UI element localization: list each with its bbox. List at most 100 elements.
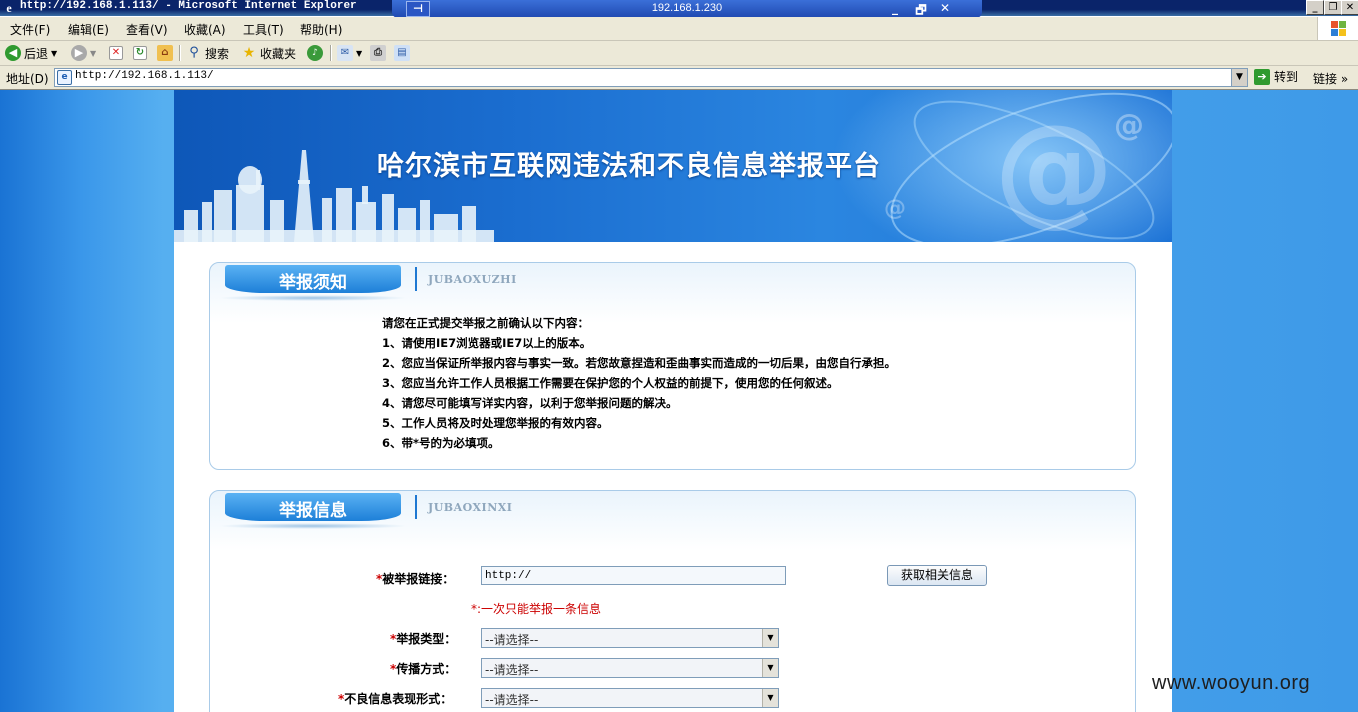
- forward-arrow-icon: ▶: [71, 45, 87, 61]
- home-icon: ⌂: [157, 45, 173, 61]
- refresh-button[interactable]: ↻: [133, 44, 147, 62]
- back-button[interactable]: ◀ 后退 ▼: [5, 44, 57, 62]
- window-title: http://192.168.1.113/ - Microsoft Intern…: [20, 0, 357, 12]
- report-type-value: --请选择--: [485, 633, 539, 647]
- chevron-down-icon[interactable]: ▼: [762, 659, 778, 677]
- windows-logo-icon: [1317, 17, 1358, 40]
- mail-icon: ✉: [337, 45, 353, 61]
- edit-page-icon: ▤: [394, 45, 410, 61]
- notice-item: 5、工作人员将及时处理您举报的有效内容。: [382, 416, 609, 430]
- spread-method-select[interactable]: --请选择-- ▼: [481, 658, 779, 678]
- page-icon: e: [57, 70, 72, 85]
- search-label: 搜索: [205, 46, 230, 61]
- report-info-title: 举报信息: [279, 501, 347, 521]
- page-viewport: @ @ @ 哈尔滨市互联网违法和不良信息举报平台 举报须知 JUBAOXUZHI…: [0, 90, 1358, 712]
- content-form-label: *不良信息表现形式：: [338, 692, 453, 706]
- minimize-button[interactable]: _: [1306, 0, 1324, 15]
- spread-method-value: --请选择--: [485, 663, 539, 677]
- menu-file[interactable]: 文件(F): [10, 21, 50, 38]
- remote-desktop-bar: ⊣ 192.168.1.230 _ 🗗 ✕: [392, 0, 982, 18]
- favorites-button[interactable]: ★ 收藏夹: [241, 44, 296, 62]
- home-button[interactable]: ⌂: [157, 44, 173, 62]
- report-info-divider: [415, 495, 417, 519]
- go-button[interactable]: ➔ 转到: [1254, 68, 1298, 85]
- fetch-info-button[interactable]: 获取相关信息: [887, 565, 987, 586]
- report-type-select[interactable]: --请选择-- ▼: [481, 628, 779, 648]
- svg-text:@: @: [884, 196, 906, 221]
- address-label: 地址(D): [6, 72, 49, 86]
- menu-view[interactable]: 查看(V): [126, 21, 168, 38]
- ie-icon: e: [6, 1, 12, 15]
- rd-minimize-button[interactable]: _: [886, 1, 904, 15]
- content-form-select[interactable]: --请选择-- ▼: [481, 688, 779, 708]
- notice-divider: [415, 267, 417, 291]
- report-info-tab: 举报信息: [225, 493, 401, 521]
- media-button[interactable]: ♪: [307, 44, 323, 62]
- title-bar: e http://192.168.1.113/ - Microsoft Inte…: [0, 0, 1358, 18]
- back-arrow-icon: ◀: [5, 45, 21, 61]
- rd-close-button[interactable]: ✕: [936, 1, 954, 15]
- report-type-label: *举报类型：: [390, 632, 457, 646]
- go-label: 转到: [1274, 70, 1299, 84]
- print-icon: ⎙: [370, 45, 386, 61]
- content-form-value: --请选择--: [485, 693, 539, 707]
- menu-bar: 文件(F) 编辑(E) 查看(V) 收藏(A) 工具(T) 帮助(H): [0, 17, 1358, 41]
- notice-item: 3、您应当允许工作人员根据工作需要在保护您的个人权益的前提下，使用您的任何叙述。: [382, 376, 839, 390]
- menu-tools[interactable]: 工具(T): [243, 21, 284, 38]
- restore-button[interactable]: ❐: [1324, 0, 1342, 15]
- notice-title: 举报须知: [279, 273, 347, 293]
- search-button[interactable]: ⚲ 搜索: [186, 44, 229, 62]
- svg-text:@: @: [1114, 108, 1144, 143]
- toolbar-separator: [330, 45, 332, 61]
- single-report-hint: *:一次只能举报一条信息: [471, 602, 602, 616]
- address-dropdown-icon[interactable]: ▼: [1231, 69, 1247, 86]
- mail-button[interactable]: ✉ ▼: [337, 44, 362, 62]
- chevron-down-icon[interactable]: ▼: [762, 689, 778, 707]
- notice-item: 4、请您尽可能填写详实内容，以利于您举报问题的解决。: [382, 396, 678, 410]
- spread-method-label: *传播方式：: [390, 662, 457, 676]
- svg-text:@: @: [994, 100, 1114, 239]
- menu-help[interactable]: 帮助(H): [300, 21, 342, 38]
- close-button[interactable]: ✕: [1341, 0, 1358, 15]
- mail-dropdown-icon[interactable]: ▼: [356, 49, 362, 58]
- edit-button[interactable]: ▤: [394, 44, 410, 62]
- notice-item: 1、请使用IE7浏览器或IE7以上的版本。: [382, 336, 592, 350]
- print-button[interactable]: ⎙: [370, 44, 386, 62]
- favorites-label: 收藏夹: [260, 46, 297, 61]
- menu-favorites[interactable]: 收藏(A): [184, 21, 226, 38]
- report-info-section: 举报信息 JUBAOXINXI *被举报链接： http:// 获取相关信息 *…: [209, 490, 1136, 712]
- back-dropdown-icon[interactable]: ▼: [51, 49, 57, 58]
- stop-icon: ✕: [109, 46, 123, 60]
- notice-item: 2、您应当保证所举报内容与事实一致。若您故意捏造和歪曲事实而造成的一切后果，由您…: [382, 356, 896, 370]
- notice-text: 请您在正式提交举报之前确认以下内容： 1、请使用IE7浏览器或IE7以上的版本。…: [382, 313, 896, 453]
- media-icon: ♪: [307, 45, 323, 61]
- notice-item: 6、带*号的为必填项。: [382, 436, 500, 450]
- address-input[interactable]: e http://192.168.1.113/ ▼: [54, 68, 1248, 87]
- notice-section: 举报须知 JUBAOXUZHI 请您在正式提交举报之前确认以下内容： 1、请使用…: [209, 262, 1136, 470]
- main-content: 举报须知 JUBAOXUZHI 请您在正式提交举报之前确认以下内容： 1、请使用…: [174, 242, 1172, 712]
- notice-subtitle: JUBAOXUZHI: [428, 273, 517, 286]
- rd-restore-button[interactable]: 🗗: [912, 1, 930, 17]
- chevron-down-icon[interactable]: ▼: [762, 629, 778, 647]
- banner-title: 哈尔滨市互联网违法和不良信息举报平台: [377, 151, 881, 182]
- watermark: www.wooyun.org: [1152, 672, 1311, 694]
- report-info-subtitle: JUBAOXINXI: [428, 501, 513, 514]
- banner: @ @ @ 哈尔滨市互联网违法和不良信息举报平台: [174, 90, 1172, 242]
- stop-button[interactable]: ✕: [109, 44, 123, 62]
- go-arrow-icon: ➔: [1254, 68, 1270, 85]
- toolbar: ◀ 后退 ▼ ▶ ▼ ✕ ↻ ⌂ ⚲ 搜索 ★ 收藏夹 ♪ ✉ ▼ ⎙ ▤: [0, 41, 1358, 66]
- reported-url-label: *被举报链接：: [376, 572, 455, 586]
- forward-button[interactable]: ▶ ▼: [71, 44, 96, 62]
- toolbar-separator: [179, 45, 181, 61]
- links-button[interactable]: 链接 »: [1313, 70, 1348, 87]
- search-icon: ⚲: [189, 45, 199, 60]
- address-bar: 地址(D) e http://192.168.1.113/ ▼ ➔ 转到 链接 …: [0, 66, 1358, 90]
- reported-url-input[interactable]: http://: [481, 566, 786, 585]
- back-label: 后退: [24, 46, 49, 61]
- forward-dropdown-icon[interactable]: ▼: [90, 49, 96, 58]
- refresh-icon: ↻: [133, 46, 147, 60]
- address-url[interactable]: http://192.168.1.113/: [75, 70, 214, 82]
- star-icon: ★: [242, 45, 256, 61]
- menu-edit[interactable]: 编辑(E): [68, 21, 109, 38]
- notice-tab: 举报须知: [225, 265, 401, 293]
